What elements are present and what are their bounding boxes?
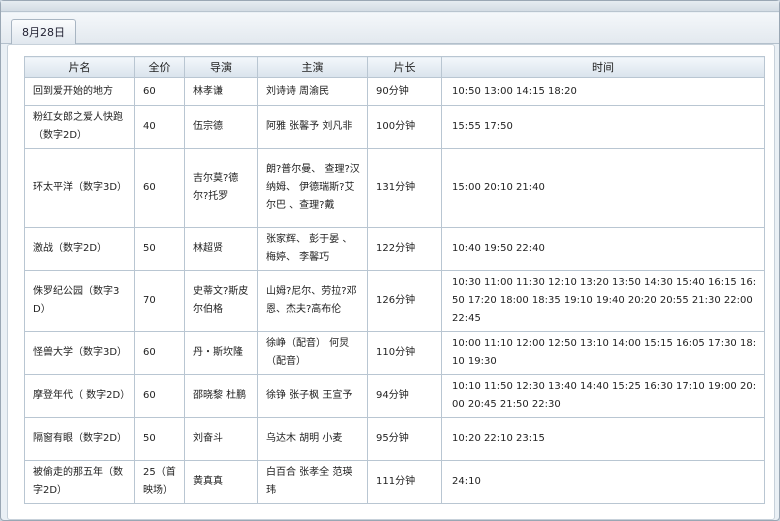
movie-times: 10:20 22:10 23:15 bbox=[441, 417, 765, 461]
movie-director: 吉尔莫?德尔?托罗 bbox=[184, 148, 258, 228]
table-row: 隔窗有眼（数字2D） 50 刘奋斗 乌达木 胡明 小麦 95分钟 10:20 2… bbox=[24, 417, 765, 461]
movie-times: 10:40 19:50 22:40 bbox=[441, 227, 765, 271]
movie-cast: 张家辉、 彭于晏 、梅婷、 李馨巧 bbox=[257, 227, 368, 271]
movie-times: 10:10 11:50 12:30 13:40 14:40 15:25 16:3… bbox=[441, 374, 765, 418]
movie-price: 70 bbox=[134, 270, 185, 332]
movie-title: 回到爱开始的地方 bbox=[24, 77, 135, 106]
movie-title: 摩登年代（ 数字2D） bbox=[24, 374, 135, 418]
movie-times: 15:00 20:10 21:40 bbox=[441, 148, 765, 228]
movie-times: 10:00 11:10 12:00 12:50 13:10 14:00 15:1… bbox=[441, 331, 765, 375]
header-cast: 主演 bbox=[257, 56, 368, 78]
movie-director: 林超贤 bbox=[184, 227, 258, 271]
movie-cast: 山姆?尼尔、劳拉?邓恩、杰夫?高布伦 bbox=[257, 270, 368, 332]
movie-length: 90分钟 bbox=[367, 77, 442, 106]
movie-price: 40 bbox=[134, 105, 185, 149]
movie-director: 黄真真 bbox=[184, 460, 258, 504]
movie-times: 10:50 13:00 14:15 18:20 bbox=[441, 77, 765, 106]
movie-title: 激战（数字2D） bbox=[24, 227, 135, 271]
movie-length: 111分钟 bbox=[367, 460, 442, 504]
table-row: 被偷走的那五年（数字2D） 25（首映场） 黄真真 白百合 张孝全 范瑛玮 11… bbox=[24, 460, 765, 504]
window-frame: 8月28日 片名 全价 导演 主演 片长 时间 回到爱开始的地方 60 林孝谦 … bbox=[0, 0, 780, 521]
movie-length: 110分钟 bbox=[367, 331, 442, 375]
movie-director: 刘奋斗 bbox=[184, 417, 258, 461]
movie-title: 隔窗有眼（数字2D） bbox=[24, 417, 135, 461]
movie-cast: 徐峥（配音） 何炅（配音） bbox=[257, 331, 368, 375]
header-director: 导演 bbox=[184, 56, 258, 78]
table-row: 粉红女郎之爱人快跑（数字2D） 40 伍宗德 阿雅 张馨予 刘凡非 100分钟 … bbox=[24, 105, 765, 149]
table-header-row: 片名 全价 导演 主演 片长 时间 bbox=[24, 56, 765, 78]
movie-price: 50 bbox=[134, 227, 185, 271]
movie-times: 24:10 bbox=[441, 460, 765, 504]
movie-price: 60 bbox=[134, 374, 185, 418]
header-times: 时间 bbox=[441, 56, 765, 78]
movie-title: 粉红女郎之爱人快跑（数字2D） bbox=[24, 105, 135, 149]
movie-title: 怪兽大学（数字3D） bbox=[24, 331, 135, 375]
table-row: 激战（数字2D） 50 林超贤 张家辉、 彭于晏 、梅婷、 李馨巧 122分钟 … bbox=[24, 227, 765, 271]
movie-title: 环太平洋（数字3D） bbox=[24, 148, 135, 228]
movie-price: 60 bbox=[134, 148, 185, 228]
movie-length: 100分钟 bbox=[367, 105, 442, 149]
schedule-panel: 片名 全价 导演 主演 片长 时间 回到爱开始的地方 60 林孝谦 刘诗诗 周渝… bbox=[7, 44, 775, 520]
table-row: 环太平洋（数字3D） 60 吉尔莫?德尔?托罗 朗?普尔曼、 查理?汉纳姆、 伊… bbox=[24, 148, 765, 228]
movie-price: 25（首映场） bbox=[134, 460, 185, 504]
tab-date[interactable]: 8月28日 bbox=[11, 19, 76, 44]
tab-bar: 8月28日 bbox=[1, 13, 779, 44]
table-row: 摩登年代（ 数字2D） 60 邵晓黎 杜鹏 徐铮 张子枫 王宣予 94分钟 10… bbox=[24, 374, 765, 418]
movie-length: 95分钟 bbox=[367, 417, 442, 461]
header-title: 片名 bbox=[24, 56, 135, 78]
movie-times: 15:55 17:50 bbox=[441, 105, 765, 149]
movie-cast: 白百合 张孝全 范瑛玮 bbox=[257, 460, 368, 504]
movie-director: 丹・斯坎隆 bbox=[184, 331, 258, 375]
movie-length: 122分钟 bbox=[367, 227, 442, 271]
header-length: 片长 bbox=[367, 56, 442, 78]
movie-cast: 乌达木 胡明 小麦 bbox=[257, 417, 368, 461]
top-bar bbox=[1, 1, 779, 12]
table-row: 怪兽大学（数字3D） 60 丹・斯坎隆 徐峥（配音） 何炅（配音） 110分钟 … bbox=[24, 331, 765, 375]
movie-times: 10:30 11:00 11:30 12:10 13:20 13:50 14:3… bbox=[441, 270, 765, 332]
movie-title: 侏罗纪公园（数字3D） bbox=[24, 270, 135, 332]
movie-cast: 刘诗诗 周渝民 bbox=[257, 77, 368, 106]
movie-title: 被偷走的那五年（数字2D） bbox=[24, 460, 135, 504]
movie-price: 50 bbox=[134, 417, 185, 461]
movie-director: 林孝谦 bbox=[184, 77, 258, 106]
movie-director: 邵晓黎 杜鹏 bbox=[184, 374, 258, 418]
table-row: 侏罗纪公园（数字3D） 70 史蒂文?斯皮尔伯格 山姆?尼尔、劳拉?邓恩、杰夫?… bbox=[24, 270, 765, 332]
movie-length: 94分钟 bbox=[367, 374, 442, 418]
movie-price: 60 bbox=[134, 331, 185, 375]
table-row: 回到爱开始的地方 60 林孝谦 刘诗诗 周渝民 90分钟 10:50 13:00… bbox=[24, 77, 765, 106]
movie-length: 126分钟 bbox=[367, 270, 442, 332]
movie-cast: 徐铮 张子枫 王宣予 bbox=[257, 374, 368, 418]
movie-price: 60 bbox=[134, 77, 185, 106]
movie-length: 131分钟 bbox=[367, 148, 442, 228]
movie-cast: 阿雅 张馨予 刘凡非 bbox=[257, 105, 368, 149]
movie-cast: 朗?普尔曼、 查理?汉纳姆、 伊德瑞斯?艾尔巴 、查理?戴 bbox=[257, 148, 368, 228]
schedule-table: 片名 全价 导演 主演 片长 时间 回到爱开始的地方 60 林孝谦 刘诗诗 周渝… bbox=[24, 56, 765, 504]
movie-director: 史蒂文?斯皮尔伯格 bbox=[184, 270, 258, 332]
header-price: 全价 bbox=[134, 56, 185, 78]
movie-director: 伍宗德 bbox=[184, 105, 258, 149]
